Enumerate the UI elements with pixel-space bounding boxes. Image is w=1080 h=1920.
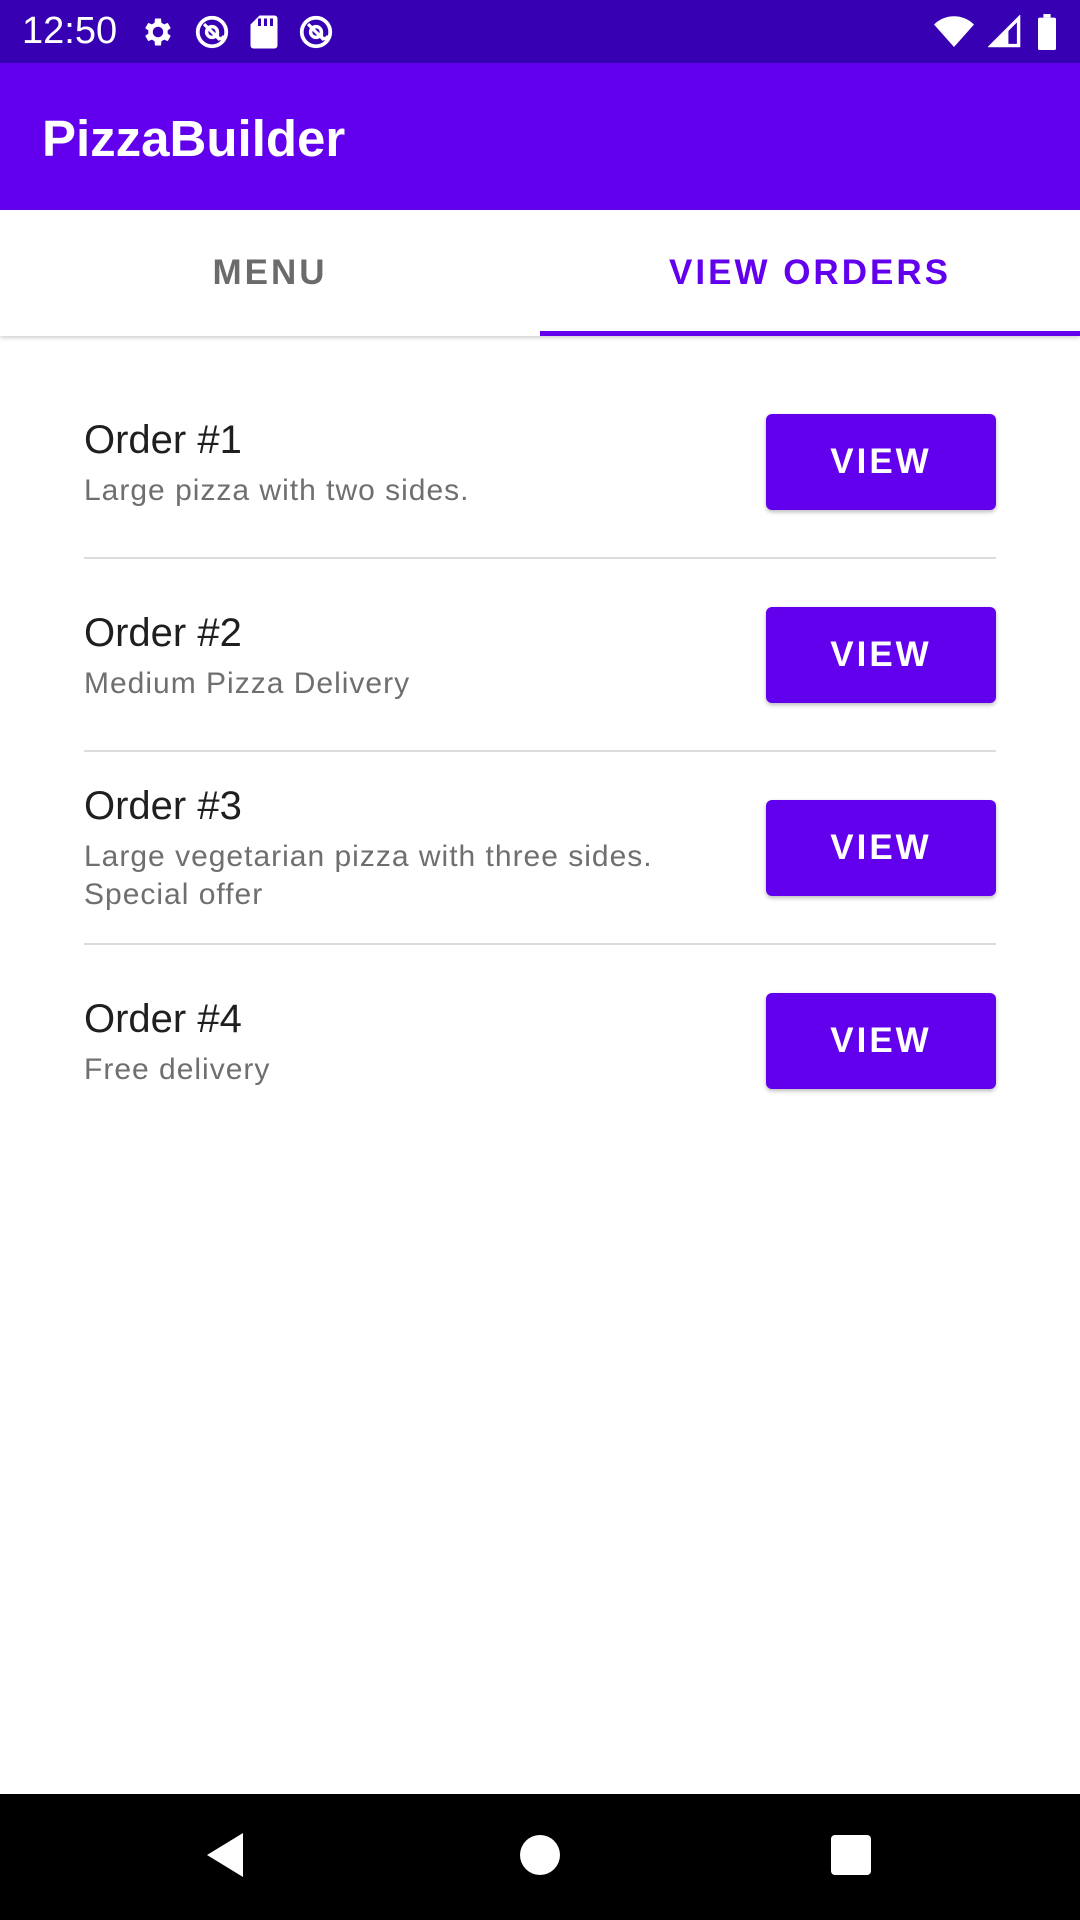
tab-menu[interactable]: MENU xyxy=(0,210,540,336)
order-description: Medium Pizza Delivery xyxy=(84,667,411,700)
order-text: Order #2 Medium Pizza Delivery xyxy=(84,609,724,703)
list-item: Order #4 Free delivery VIEW xyxy=(84,945,996,1136)
sd-card-icon xyxy=(248,14,280,50)
home-button[interactable] xyxy=(477,1794,603,1920)
back-button[interactable] xyxy=(162,1794,288,1920)
order-title: Order #3 xyxy=(84,784,242,828)
order-title: Order #2 xyxy=(84,611,242,655)
status-bar: 12:50 xyxy=(0,0,1080,63)
order-title: Order #4 xyxy=(84,997,242,1041)
battery-icon xyxy=(1036,14,1058,50)
tab-view-orders[interactable]: VIEW ORDERS xyxy=(540,210,1080,336)
status-icons-left xyxy=(140,12,335,52)
recents-icon xyxy=(831,1834,871,1880)
tab-view-orders-label: VIEW ORDERS xyxy=(669,253,951,292)
orders-list: Order #1 Large pizza with two sides. VIE… xyxy=(84,336,996,1136)
tab-bar: MENU VIEW ORDERS xyxy=(0,210,1080,336)
wifi-icon xyxy=(934,15,974,49)
tab-menu-label: MENU xyxy=(212,253,328,292)
back-icon xyxy=(203,1831,247,1884)
list-item: Order #1 Large pizza with two sides. VIE… xyxy=(84,336,996,559)
order-title: Order #1 xyxy=(84,418,242,462)
recents-button[interactable] xyxy=(788,1794,914,1920)
status-icons-right xyxy=(934,12,1058,52)
app-title: PizzaBuilder xyxy=(42,110,346,167)
view-order-button[interactable]: VIEW xyxy=(766,993,996,1089)
status-time: 12:50 xyxy=(22,10,118,52)
order-text: Order #4 Free delivery xyxy=(84,995,724,1089)
list-item: Order #2 Medium Pizza Delivery VIEW xyxy=(84,559,996,752)
order-description: Large vegetarian pizza with three sides.… xyxy=(84,840,653,911)
at-sign-icon xyxy=(193,13,231,51)
view-order-button[interactable]: VIEW xyxy=(766,800,996,896)
cell-signal-icon xyxy=(988,15,1022,49)
app-bar: PizzaBuilder xyxy=(0,63,1080,210)
at-sign-icon xyxy=(297,13,335,51)
nav-bar xyxy=(0,1794,1080,1920)
screen: 12:50 PizzaBuilder MENU VIEW ORDERS Orde… xyxy=(0,0,1080,1920)
order-description: Large pizza with two sides. xyxy=(84,474,470,507)
view-order-button[interactable]: VIEW xyxy=(766,414,996,510)
gear-icon xyxy=(140,14,176,50)
order-text: Order #1 Large pizza with two sides. xyxy=(84,416,724,510)
order-description: Free delivery xyxy=(84,1053,271,1086)
home-icon xyxy=(520,1834,560,1880)
view-order-button[interactable]: VIEW xyxy=(766,607,996,703)
list-item: Order #3 Large vegetarian pizza with thr… xyxy=(84,752,996,945)
order-text: Order #3 Large vegetarian pizza with thr… xyxy=(84,782,724,914)
